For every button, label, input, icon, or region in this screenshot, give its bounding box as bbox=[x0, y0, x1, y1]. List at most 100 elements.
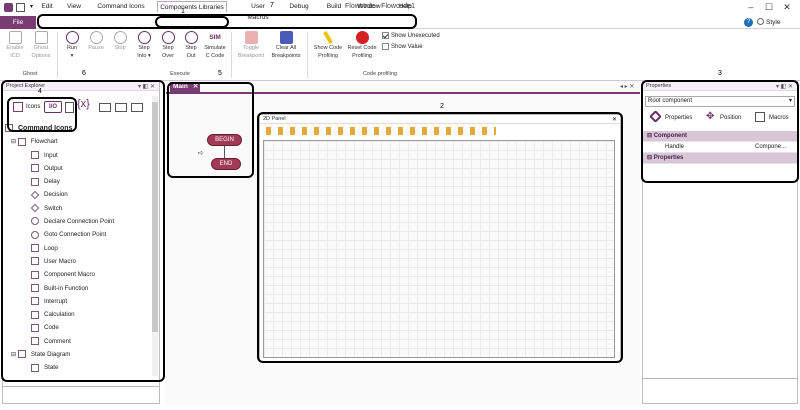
flowchart-icon bbox=[17, 137, 26, 146]
panel-2d-grid[interactable] bbox=[263, 140, 615, 358]
ghost-icon bbox=[34, 31, 48, 44]
tab-main[interactable]: Main ✕ bbox=[170, 82, 200, 92]
tree-item-user-macro[interactable]: User Macro bbox=[5, 255, 151, 268]
chevron-down-icon: ▾ bbox=[788, 98, 792, 104]
scrollbar[interactable] bbox=[152, 96, 158, 376]
input-icon bbox=[31, 150, 39, 159]
tab-debug[interactable]: Debug bbox=[288, 1, 310, 12]
tree-item-built-in-function[interactable]: Built-in Function bbox=[5, 282, 151, 295]
macros-toolbar-button[interactable]: Macros bbox=[769, 115, 789, 121]
loop-icon bbox=[31, 244, 39, 253]
position-toolbar-button[interactable]: Position bbox=[720, 115, 741, 121]
run-button[interactable]: Run ▾ bbox=[61, 31, 83, 71]
close-tab-icon[interactable]: ✕ bbox=[193, 83, 198, 90]
category-properties[interactable]: ⊟ Properties bbox=[643, 153, 797, 164]
clear-breakpoints-icon bbox=[279, 31, 293, 44]
show-code-profiling-button[interactable]: Show Code Profiling bbox=[311, 30, 345, 71]
tab-help[interactable]: Help bbox=[397, 1, 413, 12]
variables-tab[interactable]: {x} bbox=[77, 98, 90, 110]
tree-item-loop[interactable]: Loop bbox=[5, 242, 151, 255]
code-icon bbox=[31, 323, 39, 332]
tree-item-decision[interactable]: Decision bbox=[5, 188, 151, 201]
category-component[interactable]: ⊟ Component bbox=[643, 131, 797, 142]
ribbon-separator bbox=[57, 32, 58, 78]
tab-edit[interactable]: Edit bbox=[40, 1, 54, 12]
tree-item-comment[interactable]: Comment bbox=[5, 335, 151, 348]
breakpoint-icon bbox=[244, 31, 258, 44]
show-value-checkbox[interactable]: Show Value bbox=[382, 43, 423, 50]
tree-item-declare-connection-point[interactable]: Declare Connection Point bbox=[5, 215, 151, 228]
scrollbar-thumb[interactable] bbox=[152, 102, 158, 332]
annotation-label-2: 2 bbox=[440, 103, 444, 110]
toggle-breakpoint-button[interactable]: Toggle Breakpoint bbox=[236, 31, 266, 71]
tree-item-input[interactable]: Input bbox=[5, 149, 151, 162]
stop-button[interactable]: Stop bbox=[109, 31, 131, 71]
end-block[interactable]: END bbox=[211, 158, 241, 170]
tab-view[interactable]: View bbox=[66, 1, 82, 12]
tab-window[interactable]: Window bbox=[357, 1, 381, 12]
reset-code-profiling-button[interactable]: Reset Code Profiling bbox=[345, 31, 379, 71]
properties-toolbar-button[interactable]: Properties bbox=[665, 115, 692, 121]
macro-tab-icon[interactable] bbox=[99, 103, 111, 112]
simulate-c-code-button[interactable]: SIM Simulate C Code bbox=[203, 31, 227, 71]
root-component-dropdown[interactable]: Root component ▾ bbox=[645, 96, 795, 107]
tab-components-libraries[interactable]: Components Libraries bbox=[157, 1, 227, 12]
tree-item-goto-connection-point[interactable]: Goto Connection Point bbox=[5, 228, 151, 241]
clear-all-breakpoints-button[interactable]: Clear All Breakpoints bbox=[270, 31, 302, 71]
file-menu[interactable]: File bbox=[0, 16, 36, 29]
tree-item-interrupt[interactable]: Interrupt bbox=[5, 295, 151, 308]
tree-item-calculation[interactable]: Calculation bbox=[5, 308, 151, 321]
macro-list-tab-icon[interactable] bbox=[115, 103, 127, 112]
help-icon[interactable]: ? bbox=[744, 18, 753, 27]
tree-item-delay[interactable]: Delay bbox=[5, 175, 151, 188]
pause-button[interactable]: Pause bbox=[85, 31, 107, 71]
minimize-icon[interactable]: – bbox=[742, 1, 760, 14]
icons-tab-icon[interactable] bbox=[13, 102, 23, 112]
tree-flowchart[interactable]: ⊟ Flowchart bbox=[5, 135, 151, 148]
component-tab-icon[interactable] bbox=[65, 102, 74, 113]
tree-item-component-macro[interactable]: Component Macro bbox=[5, 268, 151, 281]
icons-tab[interactable]: Icons bbox=[26, 104, 40, 110]
close-icon[interactable]: ✕ bbox=[778, 1, 796, 14]
tree-state-diagram[interactable]: ⊟ State Diagram bbox=[5, 348, 151, 361]
maximize-icon[interactable]: ☐ bbox=[760, 1, 778, 14]
style-icon[interactable] bbox=[757, 18, 764, 25]
step-out-button[interactable]: Step Out bbox=[180, 31, 202, 71]
switch-icon bbox=[30, 203, 40, 213]
tab-scroll-icons[interactable]: ◂ ▸ ✕ bbox=[620, 83, 634, 90]
stop-icon bbox=[113, 31, 127, 44]
show-unexecuted-checkbox[interactable]: Show Unexecuted bbox=[382, 32, 440, 39]
panel-controls[interactable]: ▾ ◧ ✕ bbox=[776, 83, 793, 90]
style-menu[interactable]: Style bbox=[766, 19, 780, 26]
wrench-icon bbox=[649, 110, 662, 123]
properties-footer bbox=[643, 378, 797, 403]
begin-block[interactable]: BEGIN bbox=[207, 134, 242, 146]
property-handle[interactable]: Handle Compone... bbox=[643, 142, 797, 153]
component-macro-tab-icon[interactable] bbox=[131, 103, 143, 112]
ghost-options-button[interactable]: Ghost Options bbox=[30, 31, 52, 71]
tab-build[interactable]: Build bbox=[325, 1, 343, 12]
save-icon[interactable] bbox=[16, 3, 25, 12]
tree-item-code[interactable]: Code bbox=[5, 321, 151, 334]
comment-icon bbox=[31, 337, 39, 346]
panel-controls[interactable]: ▾ ◧ ✕ bbox=[138, 83, 155, 90]
tree-item-switch[interactable]: Switch bbox=[5, 202, 151, 215]
properties-title: Properties bbox=[643, 82, 797, 91]
tab-command-icons[interactable]: Command Icons bbox=[97, 1, 145, 12]
delay-icon bbox=[31, 177, 39, 186]
panel-2d-close-icon[interactable]: ✕ bbox=[612, 116, 617, 123]
menu-bar bbox=[0, 16, 800, 29]
step-over-button[interactable]: Step Over bbox=[157, 31, 179, 71]
properties-panel: Properties ▾ ◧ ✕ Root component ▾ Propert… bbox=[642, 81, 798, 404]
step-into-button[interactable]: Step Into ▾ bbox=[133, 31, 155, 71]
icd-icon bbox=[8, 31, 22, 44]
insert-arrow-icon[interactable]: ➪ bbox=[198, 149, 204, 157]
quick-access-dropdown-icon[interactable]: ▾ bbox=[30, 3, 33, 10]
tree-item-state[interactable]: State bbox=[5, 361, 151, 374]
panel-2d-toolbar[interactable] bbox=[266, 127, 496, 135]
io-tab[interactable]: I/O bbox=[44, 101, 62, 113]
tree-item-output[interactable]: Output bbox=[5, 162, 151, 175]
tree-root[interactable]: Command Icons bbox=[5, 122, 151, 135]
enable-icd-button[interactable]: Enable ICD bbox=[4, 31, 26, 71]
properties-grid: ⊟ Component Handle Compone... ⊟ Properti… bbox=[643, 131, 797, 164]
